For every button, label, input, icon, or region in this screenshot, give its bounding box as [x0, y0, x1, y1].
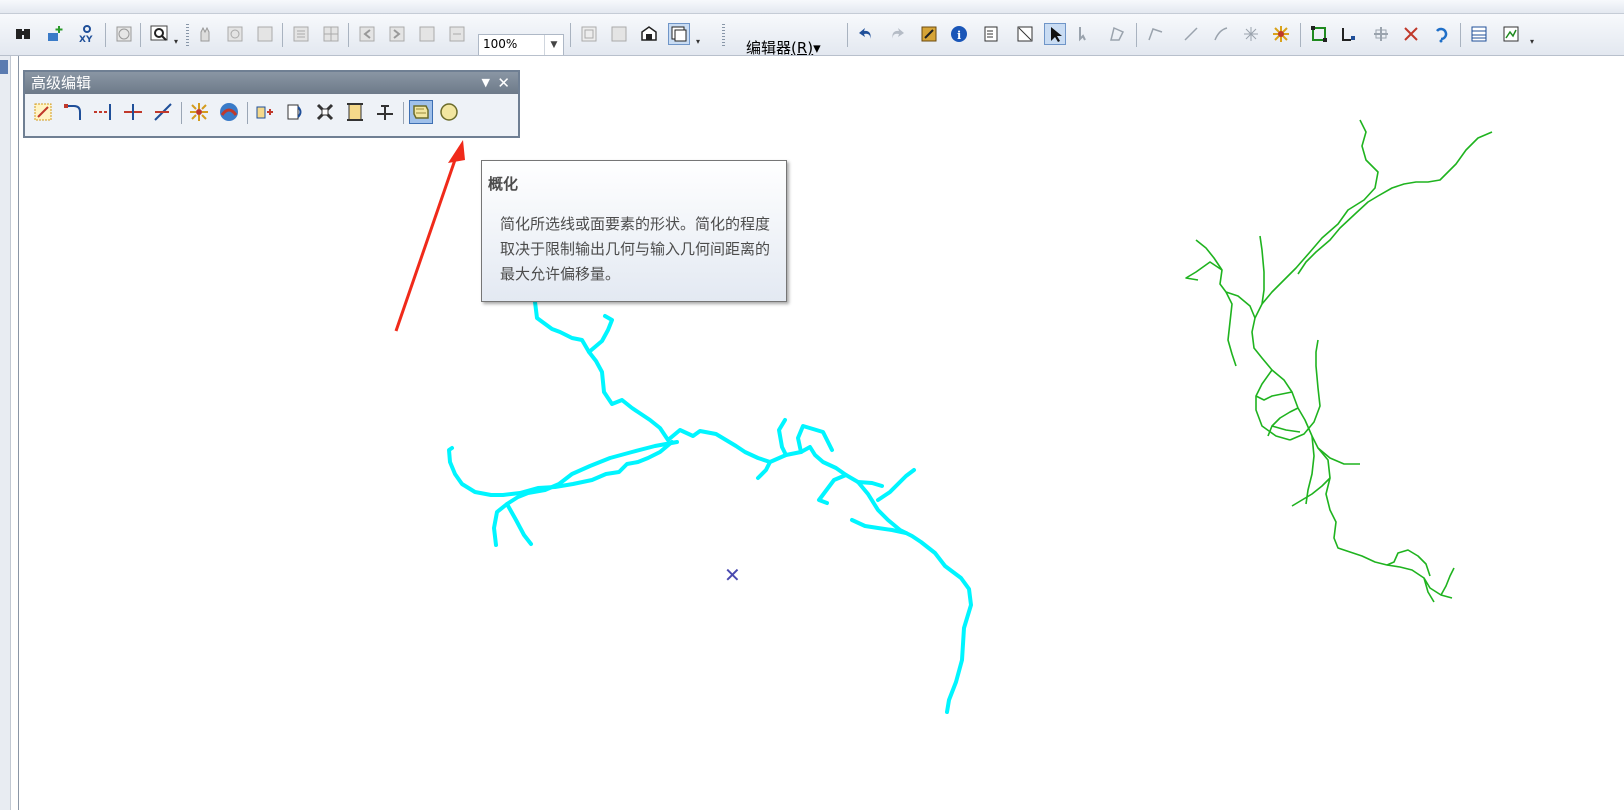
trim-icon[interactable] [121, 100, 145, 124]
svg-text:XY: XY [79, 35, 93, 44]
full-extent-icon[interactable] [224, 23, 246, 45]
info-icon[interactable]: i [948, 23, 970, 45]
construct-polygons-icon[interactable] [343, 100, 367, 124]
top-toolbar-strip [0, 0, 1624, 14]
redo-icon[interactable] [886, 23, 908, 45]
spark-icon[interactable] [1270, 23, 1292, 45]
line-intersection-icon[interactable] [151, 100, 175, 124]
generalize-icon[interactable] [409, 100, 433, 124]
annotation-tool-icon[interactable] [1074, 23, 1096, 45]
construct-geodesic-icon[interactable] [217, 100, 241, 124]
rotate-icon[interactable] [1430, 23, 1452, 45]
editor-menu[interactable]: 编辑器(R)▾ [746, 37, 821, 56]
back-icon[interactable] [356, 23, 378, 45]
zoom-level-value: 100% [483, 37, 518, 51]
go-to-xy-add-icon[interactable] [44, 23, 66, 45]
advanced-editing-titlebar[interactable]: 高级编辑 ▼ ✕ [25, 72, 518, 94]
chevron-down-icon: ▾ [813, 39, 821, 56]
clock-icon[interactable] [113, 23, 135, 45]
pan-icon[interactable] [194, 23, 216, 45]
split-icon[interactable] [1370, 23, 1392, 45]
layout-focus-icon[interactable] [638, 23, 660, 45]
forward-icon[interactable] [386, 23, 408, 45]
layout-extent-icon[interactable] [446, 23, 468, 45]
edit-tool-icon[interactable] [1044, 23, 1066, 45]
toolbar-overflow-icon[interactable]: ▾ [1530, 37, 1538, 49]
split-polygons-icon[interactable] [373, 100, 397, 124]
line-segment-icon[interactable] [1180, 23, 1202, 45]
sketch-properties-icon[interactable] [1014, 23, 1036, 45]
generalize-tooltip: 概化 简化所选线或面要素的形状。简化的程度取决于限制输出几何与输入几何间距离的最… [481, 160, 787, 302]
align-edge-icon[interactable] [253, 100, 277, 124]
layout-page-icon[interactable] [416, 23, 438, 45]
cut-icon[interactable] [1400, 23, 1422, 45]
fixed-zoom-in-icon[interactable] [254, 23, 276, 45]
reshape-icon[interactable] [1106, 23, 1128, 45]
trace-icon[interactable] [1240, 23, 1262, 45]
attributes-icon[interactable] [980, 23, 1002, 45]
zoom-box-icon[interactable] [148, 23, 170, 45]
chevron-down-icon[interactable]: ▼ [544, 35, 563, 55]
topology-icon[interactable] [1308, 23, 1330, 45]
go-to-xy-icon[interactable]: XY [76, 23, 98, 45]
zoom-grid-icon[interactable] [320, 23, 342, 45]
tooltip-description: 简化所选线或面要素的形状。简化的程度取决于限制输出几何与输入几何间距离的最大允许… [500, 215, 771, 283]
close-icon[interactable]: ✕ [497, 72, 510, 94]
advanced-editing-toolbar[interactable]: 高级编辑 ▼ ✕ [23, 70, 520, 138]
find-icon[interactable] [12, 23, 34, 45]
extend-icon[interactable] [91, 100, 115, 124]
edit-vertices-icon[interactable] [1144, 23, 1166, 45]
arc-icon[interactable] [1210, 23, 1232, 45]
layout-select-icon[interactable] [608, 23, 630, 45]
smooth-polygon-icon[interactable] [437, 100, 461, 124]
svg-text:i: i [957, 29, 961, 42]
fixed-zoom-out-icon[interactable] [290, 23, 312, 45]
layout-identify-icon[interactable] [578, 23, 600, 45]
data-view-icon[interactable] [668, 23, 690, 45]
advanced-editing-title: 高级编辑 [31, 74, 92, 92]
toolbar-dropdown-icon[interactable]: ▼ [482, 72, 490, 94]
undo-icon[interactable] [855, 23, 877, 45]
toolbar-overflow-icon[interactable]: ▾ [174, 37, 182, 49]
chart-icon[interactable] [1500, 23, 1522, 45]
fillet-icon[interactable] [61, 100, 85, 124]
map-view[interactable] [18, 56, 1624, 810]
explode-icon[interactable] [187, 100, 211, 124]
dock-tab-marker[interactable] [0, 60, 8, 74]
table-icon[interactable] [1468, 23, 1490, 45]
main-toolbar: XY ▾ 100% ▼ ▾ 编辑器(R)▾ i ▾ [0, 14, 1624, 56]
replace-geometry-icon[interactable] [283, 100, 307, 124]
tooltip-title: 概化 [488, 175, 519, 193]
topology-edit-icon[interactable] [1338, 23, 1360, 45]
smooth-icon[interactable] [313, 100, 337, 124]
left-dock-panel[interactable] [0, 56, 11, 810]
zoom-level-combo[interactable]: 100% ▼ [478, 34, 564, 55]
editor-toolbar-icon[interactable] [918, 23, 940, 45]
copy-parallel-icon[interactable] [31, 100, 55, 124]
toolbar-overflow-icon[interactable]: ▾ [696, 37, 704, 49]
